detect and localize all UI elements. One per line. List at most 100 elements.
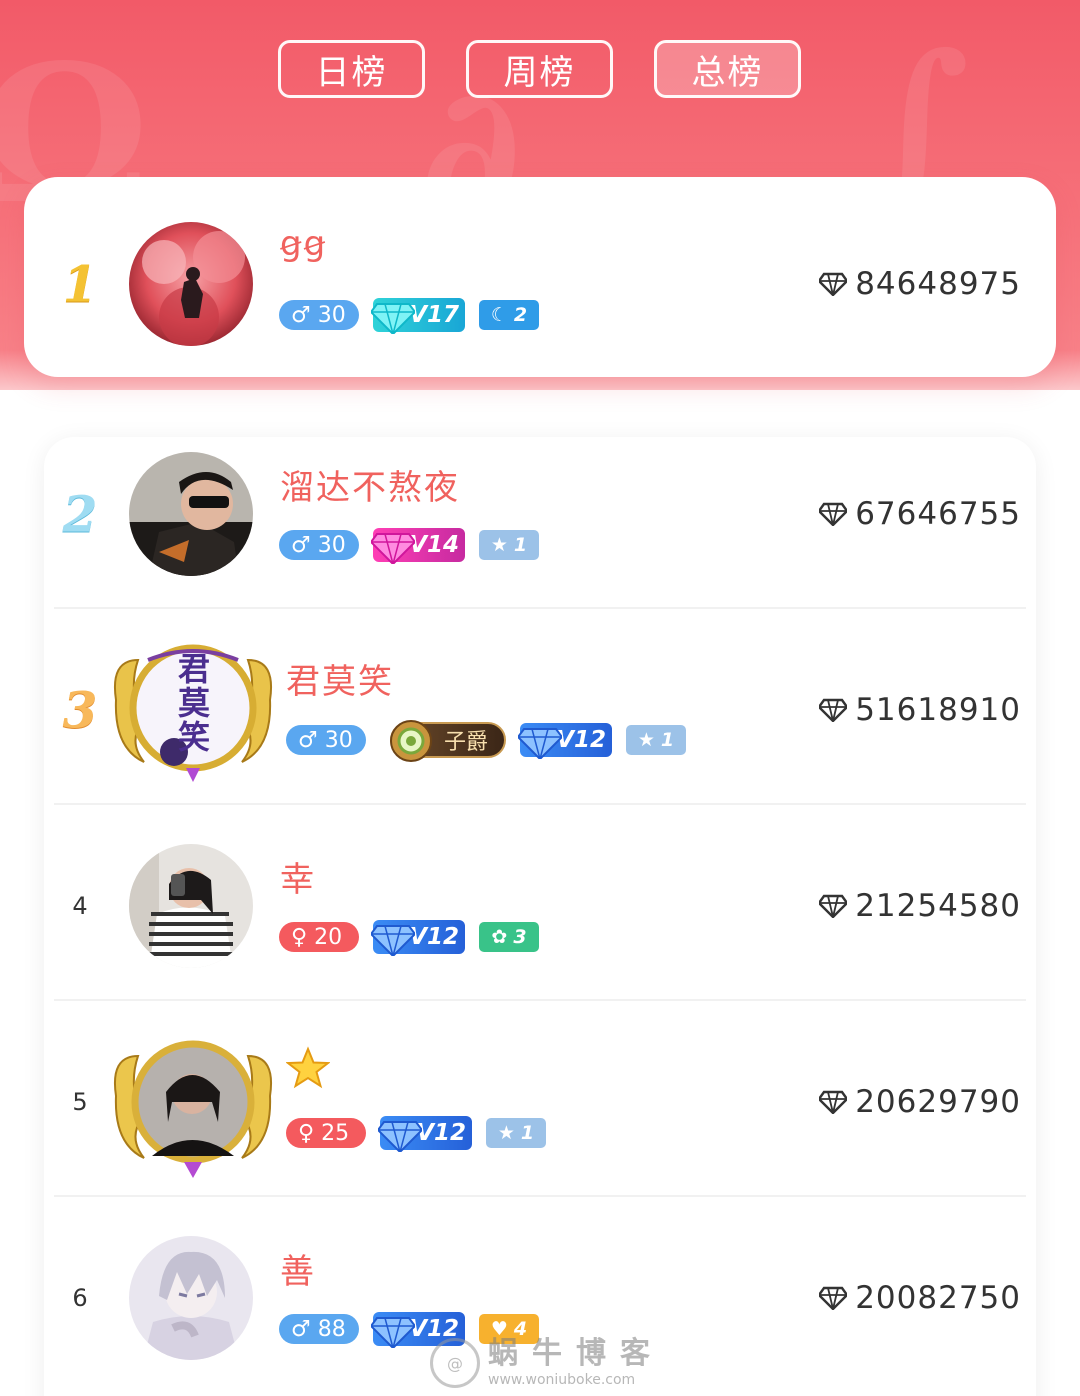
star-icon: ★: [490, 534, 508, 556]
vip-level: V12: [409, 924, 459, 950]
age-value: 30: [317, 302, 346, 328]
divider: [54, 803, 1026, 805]
score: 51618910: [819, 692, 1021, 728]
score-value: 51618910: [855, 692, 1021, 728]
ranking-row[interactable]: 5 ♀ 25 V12 ★ 1 20629790: [0, 1004, 1080, 1200]
ranking-tabs: 日榜 周榜 总榜: [278, 40, 801, 98]
noble-title: 子爵: [443, 730, 488, 755]
frame-char: 莫: [177, 684, 210, 722]
score-value: 20629790: [855, 1084, 1021, 1120]
age-value: 30: [324, 727, 353, 753]
badge-group: ♀ 20 V12 ✿ 3: [279, 920, 553, 956]
age-value: 88: [317, 1316, 346, 1342]
rank-number: 6: [72, 1284, 88, 1312]
vip-badge: V14: [371, 528, 465, 564]
avatar-frame[interactable]: [108, 1022, 278, 1182]
user-name[interactable]: 君莫笑: [286, 654, 394, 703]
score: 67646755: [819, 496, 1021, 532]
avatar[interactable]: [129, 452, 253, 576]
tab-daily[interactable]: 日榜: [278, 40, 425, 98]
frame-char: 君: [177, 650, 210, 688]
age-badge: ♂ 88: [279, 1314, 359, 1344]
badge-group: ♀ 25 V12 ★ 1: [286, 1116, 560, 1152]
vip-badge: V17: [371, 298, 465, 334]
gear-icon: ✿: [491, 926, 508, 948]
score: 20082750: [819, 1280, 1021, 1316]
star-icon: ★: [497, 1122, 515, 1144]
age-badge: ♂ 30: [279, 530, 359, 560]
avatar[interactable]: [129, 1236, 253, 1360]
vip-badge: V12: [371, 920, 465, 956]
divider: [54, 1195, 1026, 1197]
badge-level: 2: [513, 304, 528, 326]
badge-level: 3: [513, 926, 527, 948]
user-name[interactable]: 善: [280, 1244, 316, 1293]
male-symbol-icon: ♂: [291, 532, 318, 558]
badge-level: 1: [520, 1122, 535, 1144]
watermark-title: 蜗牛博客: [488, 1336, 664, 1371]
tab-total[interactable]: 总榜: [654, 40, 801, 98]
star-icon: ★: [637, 729, 655, 751]
vip-level: V12: [416, 1120, 466, 1146]
avatar[interactable]: [129, 222, 253, 346]
score-value: 67646755: [855, 496, 1021, 532]
score-value: 21254580: [855, 888, 1021, 924]
divider: [54, 999, 1026, 1001]
frame-char: 笑: [177, 718, 210, 756]
ranking-row[interactable]: 4 幸 ♀ 20 V12 ✿ 3 21254580: [0, 808, 1080, 1004]
vip-badge: V12: [378, 1116, 472, 1152]
age-badge: ♀ 25: [286, 1118, 366, 1148]
star-level-badge: ★ 1: [486, 1118, 546, 1148]
score-value: 84648975: [855, 266, 1021, 302]
age-badge: ♀ 20: [279, 922, 359, 952]
diamond-gem-icon: [518, 728, 562, 759]
diamond-icon: [819, 1286, 848, 1310]
diamond-gem-icon: [371, 533, 415, 564]
age-value: 30: [317, 532, 346, 558]
diamond-icon: [819, 502, 848, 526]
user-name[interactable]: 溜达不熬夜: [280, 460, 460, 509]
badge-level: 1: [513, 534, 528, 556]
diamond-icon: [819, 272, 848, 296]
score: 21254580: [819, 888, 1021, 924]
snail-logo-icon: @: [430, 1338, 480, 1388]
vip-badge: V12: [518, 723, 612, 759]
diamond-icon: [819, 698, 848, 722]
diamond-gem-icon: [378, 1121, 422, 1152]
badge-group: ♂ 30 V14 ★ 1: [279, 528, 553, 564]
score-value: 20082750: [855, 1280, 1021, 1316]
user-name[interactable]: 幸: [280, 852, 316, 901]
watermark: @ 蜗牛博客 www.woniuboke.com: [430, 1338, 664, 1388]
ranking-row[interactable]: 1 ꞡꞡ ♂ 30 V17 ☾ 2 84648975: [0, 186, 1080, 382]
age-badge: ♂ 30: [279, 300, 359, 330]
badge-group: ♂ 30 子爵 V12 ★ 1: [286, 720, 700, 762]
score: 20629790: [819, 1084, 1021, 1120]
vip-level: V17: [409, 302, 459, 328]
user-name[interactable]: ꞡꞡ: [280, 224, 327, 264]
avatar[interactable]: [129, 844, 253, 968]
divider: [54, 607, 1026, 609]
rank-medal: 2: [62, 484, 98, 544]
watermark-url: www.woniuboke.com: [488, 1372, 636, 1388]
diamond-icon: [819, 1090, 848, 1114]
age-badge: ♂ 30: [286, 725, 366, 755]
noble-rank-badge: 子爵: [390, 720, 506, 762]
badge-level: 1: [660, 729, 675, 751]
avatar-frame[interactable]: 君 莫 笑: [108, 630, 278, 790]
female-symbol-icon: ♀: [298, 1120, 322, 1146]
ranking-row[interactable]: 3 君 莫 笑 君莫笑 ♂ 30 子爵 V12 ★ 1 51618910: [0, 612, 1080, 808]
tab-weekly[interactable]: 周榜: [466, 40, 613, 98]
diamond-gem-icon: [371, 303, 415, 334]
male-symbol-icon: ♂: [298, 727, 325, 753]
ranking-row[interactable]: 2 溜达不熬夜 ♂ 30 V14 ★ 1 67646755: [0, 416, 1080, 612]
moon-level-badge: ☾ 2: [479, 300, 539, 330]
star-level-badge: ★ 1: [479, 530, 539, 560]
star-level-badge: ★ 1: [626, 725, 686, 755]
female-symbol-icon: ♀: [291, 924, 315, 950]
age-value: 20: [314, 924, 343, 950]
gear-level-badge: ✿ 3: [479, 922, 539, 952]
frame-calligraphy: 君 莫 笑: [174, 652, 214, 754]
score: 84648975: [819, 266, 1021, 302]
vip-level: V14: [409, 532, 459, 558]
badge-group: ♂ 30 V17 ☾ 2: [279, 298, 553, 334]
